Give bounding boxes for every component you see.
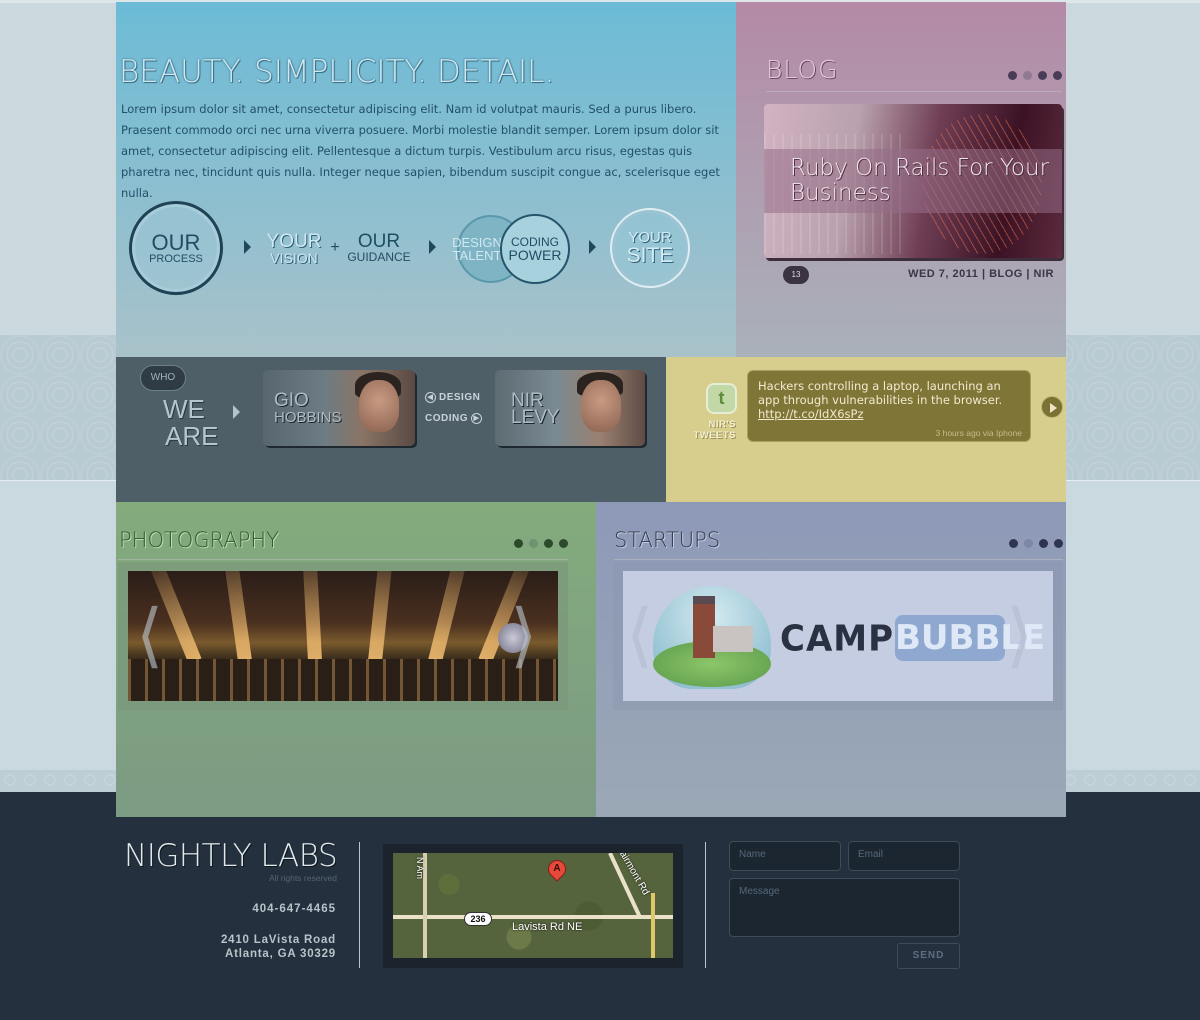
footer-divider: [359, 842, 360, 968]
light-beam: [221, 571, 252, 662]
light-beam: [428, 571, 471, 663]
map-street-label: N Am: [415, 856, 426, 880]
hero-body-text: Lorem ipsum dolor sit amet, consectetur …: [121, 102, 720, 200]
tweet-meta: 3 hours ago via Iphone: [935, 428, 1022, 438]
startups-title: STARTUPS: [614, 528, 721, 552]
process-process: PROCESS: [149, 252, 203, 265]
portrait-face: [581, 380, 621, 432]
send-button[interactable]: SEND: [897, 943, 960, 969]
plus-sign: +: [330, 239, 340, 256]
tweet-box: Hackers controlling a laptop, launching …: [747, 370, 1031, 442]
email-field[interactable]: Email: [848, 841, 960, 871]
nightly-labs-logo[interactable]: NIGHTLY LABS: [124, 838, 338, 874]
coding-skill[interactable]: CODING ▶: [425, 413, 482, 424]
pager-dot[interactable]: [514, 539, 523, 548]
light-beam: [368, 571, 395, 662]
tweet-text: Hackers controlling a laptop, launching …: [758, 379, 1003, 421]
name-field[interactable]: Name: [729, 841, 841, 871]
nirs-tweets-label: NIR'S TWEETS: [693, 419, 736, 441]
our-process-circle: OUR PROCESS: [129, 201, 223, 295]
twitter-icon[interactable]: t: [706, 383, 737, 414]
arrow-right-icon: [589, 240, 596, 254]
arrow-right-circle-icon: ▶: [471, 413, 482, 424]
map-road-label: Lavista Rd NE: [512, 921, 583, 933]
photography-title: PHOTOGRAPHY: [119, 528, 280, 552]
tweet-link[interactable]: http://t.co/IdX6sPz: [758, 407, 863, 421]
light-beam: [301, 571, 322, 662]
design-skill[interactable]: ◀ DESIGN: [425, 392, 480, 403]
blog-post-title[interactable]: Ruby On Rails For Your Business: [790, 156, 1062, 206]
pager-dot-active[interactable]: [1023, 71, 1032, 80]
gio-hobbins-photo[interactable]: GIO HOBBINS: [263, 370, 415, 446]
arrow-left-circle-icon: ◀: [425, 392, 436, 403]
pager-dot[interactable]: [1053, 71, 1062, 80]
address: 2410 LaVista Road Atlanta, GA 30329: [220, 934, 336, 960]
route-shield: 236: [464, 912, 492, 926]
your-vision: YOUR VISION: [266, 231, 322, 266]
arrow-right-icon: [233, 405, 240, 419]
startups-divider: [614, 559, 1063, 560]
blog-divider: [766, 91, 1062, 92]
who-bubble: WHO: [140, 365, 186, 391]
startups-pager: [1009, 539, 1063, 548]
map-road: [393, 915, 673, 919]
next-tweet-button[interactable]: [1041, 396, 1063, 418]
campus-bubble-logo[interactable]: CAMPUS BUBBLE: [623, 571, 1053, 701]
pager-dot[interactable]: [1008, 71, 1017, 80]
we-are-heading: WE ARE: [163, 394, 219, 451]
building-icon: [713, 626, 753, 652]
blog-post-card[interactable]: Ruby On Rails For Your Business: [764, 104, 1062, 258]
pager-dot[interactable]: [1039, 539, 1048, 548]
arrow-right-icon: [429, 240, 436, 254]
photography-divider: [118, 559, 568, 560]
map-frame: A 236 Lavista Rd NE Fairmont Rd N Am: [383, 844, 683, 968]
portrait-face: [359, 380, 399, 432]
nir-levy-name: NIR LEVY: [511, 390, 560, 428]
footer-divider: [705, 842, 706, 968]
blog-post-meta: WED 7, 2011 | BLOG | NIR: [908, 268, 1054, 280]
clock-tower-icon: [693, 596, 715, 658]
location-map[interactable]: A 236 Lavista Rd NE Fairmont Rd N Am: [393, 853, 673, 958]
pager-dot[interactable]: [1054, 539, 1063, 548]
pager-dot[interactable]: [544, 539, 553, 548]
blog-pager: [1008, 71, 1062, 80]
pager-dot[interactable]: [1009, 539, 1018, 548]
map-road: [651, 893, 655, 958]
comment-count-bubble[interactable]: 13: [783, 266, 809, 284]
photography-image[interactable]: [128, 571, 558, 701]
phone-number: 404-647-4465: [252, 903, 336, 915]
nir-levy-photo[interactable]: NIR LEVY: [495, 370, 645, 446]
rights-text: All rights reserved: [268, 873, 337, 883]
chevron-left-icon[interactable]: ⟨: [136, 600, 163, 670]
our-guidance: OUR GUIDANCE: [347, 231, 411, 264]
blog-title: BLOG: [766, 55, 839, 84]
pager-dot[interactable]: [1038, 71, 1047, 80]
coding-power-circle: CODING POWER: [500, 214, 570, 284]
chevron-left-icon[interactable]: ⟨: [626, 600, 653, 670]
pager-dot-active[interactable]: [1024, 539, 1033, 548]
hero-title: BEAUTY. SIMPLICITY. DETAIL.: [119, 54, 555, 90]
campus-bubble-word2: BUBBLE: [895, 615, 1045, 661]
photography-pager: [514, 539, 568, 548]
message-field[interactable]: Message: [729, 878, 960, 937]
arrow-right-icon: [244, 240, 251, 254]
your-site-circle: YOUR SITE: [610, 208, 690, 288]
chevron-right-icon[interactable]: ⟩: [510, 600, 537, 670]
gio-hobbins-name: GIO HOBBINS: [274, 390, 342, 426]
pager-dot-active[interactable]: [529, 539, 538, 548]
map-pin-icon[interactable]: A: [544, 856, 570, 882]
process-our: OUR: [151, 229, 201, 255]
chevron-right-icon[interactable]: ⟩: [1006, 600, 1033, 670]
water-reflection: [128, 659, 558, 701]
pager-dot[interactable]: [559, 539, 568, 548]
